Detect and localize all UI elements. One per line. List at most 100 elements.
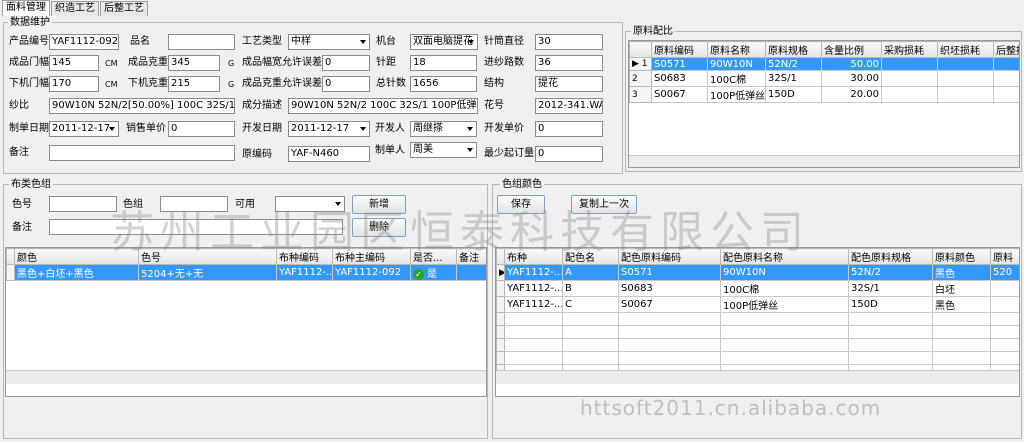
col-header[interactable]: 织坯损耗 [937,41,994,58]
table-row[interactable] [496,312,1019,326]
feeders-field[interactable]: 36 [535,55,603,71]
col-header[interactable]: 原料颜色 [932,248,991,265]
col-header[interactable]: 后整损 [993,41,1019,58]
cell[interactable]: 黑色 [932,264,991,281]
cell[interactable]: 20.00 [821,86,882,103]
width-field[interactable]: 145 [49,55,99,71]
cell[interactable] [993,70,1019,87]
tab-finishing-craft[interactable]: 后整工艺 [100,1,148,16]
horizontal-scrollbar[interactable] [6,370,486,384]
table-row[interactable]: 3 S0067 100P低弹丝 150D 20.00 [629,86,1019,103]
horizontal-scrollbar[interactable] [496,370,1019,384]
cell[interactable]: 520 [990,264,1019,281]
color-remark-field[interactable] [49,219,343,235]
cell[interactable]: 黑色+白坯+黑色 [14,264,139,281]
price-field[interactable]: 0 [168,121,235,137]
col-header[interactable]: 色号 [138,248,277,265]
cell[interactable]: 100C棉 [720,280,849,297]
cell[interactable]: 黑色 [932,296,991,313]
cell[interactable]: ✓ 是 [410,264,457,281]
available-select[interactable] [275,196,345,212]
table-row[interactable]: YAF1112-... C S0067 100P低弹丝 150D 黑色 [496,296,1019,313]
cell[interactable]: 150D [765,86,822,103]
total-needles-field[interactable]: 1656 [410,76,477,92]
cell[interactable]: S0683 [651,70,708,87]
comp-field[interactable]: 90W10N 52N/2 100C 32S/1 100P低弹丝 [288,98,478,114]
cell[interactable]: YAF1112-092 [332,264,411,281]
cell[interactable] [881,86,938,103]
cell[interactable] [937,86,994,103]
yarn-field[interactable]: 90W10N 52N/2[50.00%] 100C 32S/1[30.0 [49,98,235,114]
col-header[interactable]: 原料 [990,248,1019,265]
cell[interactable]: S0571 [651,57,708,71]
dev-price-field[interactable]: 0 [535,121,603,137]
product-no-field[interactable]: YAF1112-092 [49,34,119,50]
material-ratio-grid[interactable]: 原料编码 原料名称 原料规格 含量比例 采购损耗 织坯损耗 后整损 ▶ 1 S0… [628,40,1020,168]
cell[interactable]: 30.00 [821,70,882,87]
col-header[interactable]: 采购损耗 [881,41,938,58]
cell[interactable]: 52N/2 [848,264,933,281]
gauge-field[interactable]: 18 [410,55,477,71]
width-tol-field[interactable]: 0 [322,55,370,71]
cell[interactable]: C [562,296,619,313]
table-row[interactable] [496,338,1019,352]
table-row[interactable]: ▶ 1 S0571 90W10N 52N/2 50.00 [629,57,1019,71]
col-header[interactable]: 配色原料规格 [848,248,933,265]
col-header[interactable]: 配色名 [562,248,619,265]
cell[interactable]: 100P低弹丝 [707,86,766,103]
table-row[interactable]: YAF1112-... B S0683 100C棉 32S/1 白坯 [496,280,1019,297]
cell[interactable]: 白坯 [932,280,991,297]
off-width-field[interactable]: 170 [49,76,99,92]
off-weight-field[interactable]: 215 [168,76,220,92]
table-row[interactable]: 黑色+白坯+黑色 5204+无+无 YAF1112-... YAF1112-09… [6,264,486,281]
cell[interactable]: 32S/1 [848,280,933,297]
tab-fabric-management[interactable]: 面料管理 [2,0,50,16]
group-field[interactable] [160,196,228,212]
col-header[interactable]: 备注 [456,248,486,265]
table-row[interactable]: ▶ YAF1112-... A S0571 90W10N 52N/2 黑色 52… [496,264,1019,281]
cell[interactable]: S0683 [618,280,721,297]
orig-code-field[interactable]: YAF-N460 [288,146,370,162]
needle-dia-field[interactable]: 30 [535,34,603,50]
group-color-grid[interactable]: 布种 配色名 配色原料编码 配色原料名称 配色原料规格 原料颜色 原料 ▶ YA… [495,247,1020,397]
cell[interactable]: YAF1112-... [504,296,563,313]
cell[interactable]: 90W10N [720,264,849,281]
remark-field[interactable] [49,145,235,161]
cell[interactable] [990,280,1019,297]
cell[interactable] [990,296,1019,313]
table-row[interactable]: 2 S0683 100C棉 32S/1 30.00 [629,70,1019,87]
cell[interactable]: 5204+无+无 [138,264,277,281]
cell[interactable]: YAF1112-... [504,280,563,297]
dev-date-picker[interactable]: 2011-12-17 [288,121,370,137]
cell[interactable]: S0067 [651,86,708,103]
pin-name-field[interactable] [168,34,235,50]
col-header[interactable]: 布种主编码 [332,248,411,265]
cell[interactable]: S0571 [618,264,721,281]
cell[interactable]: 50.00 [821,57,882,71]
made-date-picker[interactable]: 2011-12-17 [49,121,119,137]
cell[interactable]: B [562,280,619,297]
cell[interactable]: 32S/1 [765,70,822,87]
cell[interactable] [937,70,994,87]
col-header[interactable]: 配色原料名称 [720,248,849,265]
machine-select[interactable]: 双面电脑提花 [410,34,478,50]
cell[interactable] [881,70,938,87]
color-no-field[interactable] [49,196,117,212]
cell[interactable]: A [562,264,619,281]
copy-last-button[interactable]: 复制上一次 [571,195,637,214]
cell[interactable]: 90W10N [707,57,766,71]
cell[interactable]: YAF1112-... [276,264,333,281]
pattern-field[interactable]: 2012-341.WAC [535,98,603,114]
add-button[interactable]: 新增 [352,195,406,214]
horizontal-scrollbar[interactable] [629,155,1019,167]
cell[interactable]: 52N/2 [765,57,822,71]
col-header[interactable]: 布种编码 [276,248,333,265]
col-header[interactable]: 颜色 [14,248,139,265]
cell[interactable] [937,57,994,71]
table-row[interactable] [496,325,1019,339]
color-group-grid[interactable]: 颜色 色号 布种编码 布种主编码 是否... 备注 黑色+白坯+黑色 5204+… [5,247,487,397]
col-header[interactable]: 含量比例 [821,41,882,58]
cell[interactable]: S0067 [618,296,721,313]
weight-tol-field[interactable]: 0 [322,76,370,92]
cell[interactable]: 100C棉 [707,70,766,87]
